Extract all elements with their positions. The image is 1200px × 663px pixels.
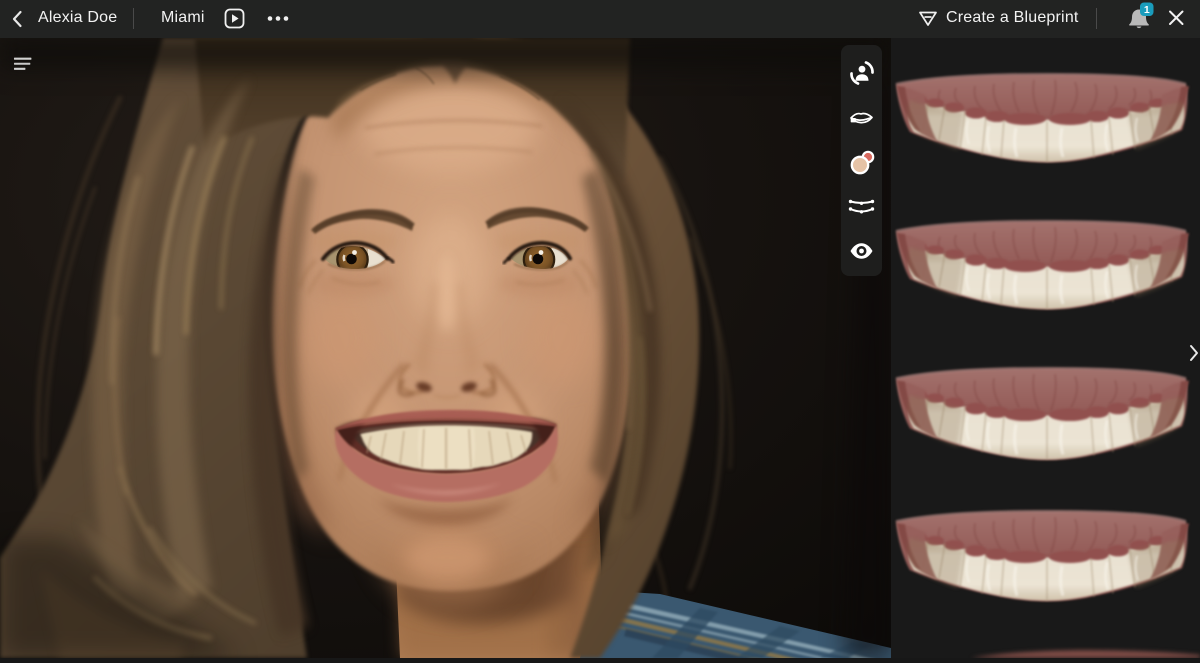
svg-text:1: 1 bbox=[1144, 4, 1150, 16]
